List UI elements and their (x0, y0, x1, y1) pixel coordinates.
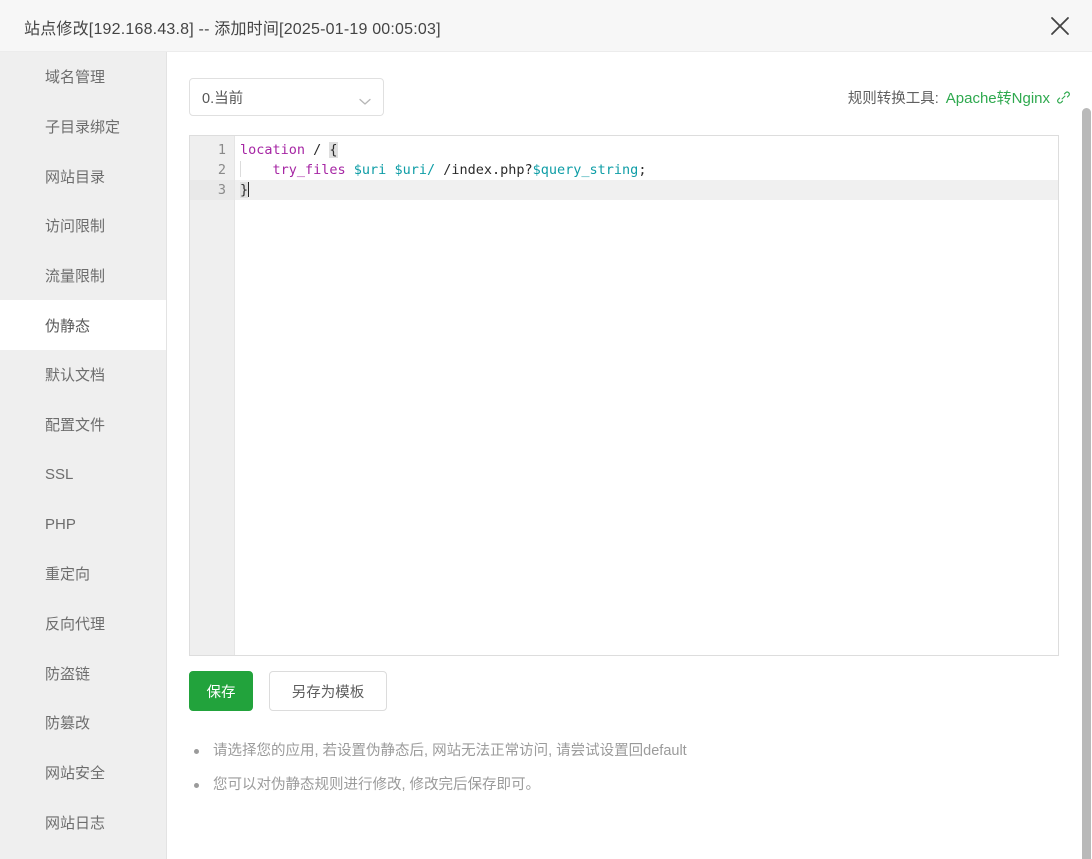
code-token-variable: $query_string (533, 162, 639, 178)
sidebar-item-default-doc[interactable]: 默认文档 (0, 350, 166, 400)
toolbar-row: 0.当前 规则转换工具: Apache转Nginx (189, 78, 1071, 118)
action-buttons: 保存 另存为模板 (189, 671, 387, 711)
sidebar-item-label: 网站安全 (45, 762, 105, 783)
code-token-path: /index.php? (435, 162, 533, 178)
sidebar-item-label: 防盗链 (45, 663, 90, 684)
sidebar-item-access-limit[interactable]: 访问限制 (0, 201, 166, 251)
sidebar-item-webdir[interactable]: 网站目录 (0, 151, 166, 201)
sidebar-item-traffic-limit[interactable]: 流量限制 (0, 251, 166, 301)
sidebar-item-ssl[interactable]: SSL (0, 450, 166, 500)
sidebar-item-anti-leech[interactable]: 防盗链 (0, 648, 166, 698)
sidebar-item-label: 网站日志 (45, 812, 105, 833)
sidebar-item-config-file[interactable]: 配置文件 (0, 400, 166, 450)
sidebar: 域名管理 子目录绑定 网站目录 访问限制 流量限制 伪静态 默认文档 配置文件 … (0, 52, 167, 859)
rewrite-rule-editor[interactable]: 1 2 3 location / { try_files $uri $uri/ … (189, 135, 1059, 656)
chevron-down-icon (359, 93, 371, 101)
code-line[interactable]: location / { (235, 140, 1058, 160)
sidebar-item-label: 网站目录 (45, 166, 105, 187)
bullet-icon (194, 749, 199, 754)
list-item: 请选择您的应用, 若设置伪静态后, 网站无法正常访问, 请尝试设置回defaul… (194, 738, 1024, 764)
rule-converter: 规则转换工具: Apache转Nginx (848, 87, 1071, 108)
line-number: 3 (190, 180, 234, 200)
sidebar-item-label: 子目录绑定 (45, 116, 120, 137)
sidebar-item-site-log[interactable]: 网站日志 (0, 797, 166, 847)
rule-converter-label: 规则转换工具: (848, 87, 939, 108)
sidebar-item-domain[interactable]: 域名管理 (0, 52, 166, 102)
code-token-brace: { (329, 142, 337, 158)
editor-code-area[interactable]: location / { try_files $uri $uri/ /index… (235, 136, 1058, 655)
sidebar-item-label: 伪静态 (45, 315, 90, 336)
note-text: 请选择您的应用, 若设置伪静态后, 网站无法正常访问, 请尝试设置回defaul… (213, 738, 687, 764)
code-token-brace: } (240, 182, 248, 198)
sidebar-item-label: 默认文档 (45, 364, 105, 385)
sidebar-item-label: PHP (45, 516, 76, 533)
sidebar-item-label: 防篡改 (45, 712, 90, 733)
site-edit-dialog: 站点修改[192.168.43.8] -- 添加时间[2025-01-19 00… (0, 0, 1092, 859)
save-button[interactable]: 保存 (189, 671, 253, 711)
line-number: 1 (190, 140, 234, 160)
sidebar-item-label: SSL (45, 466, 73, 483)
code-indent (240, 162, 273, 178)
close-icon[interactable] (1042, 8, 1078, 44)
code-token-variable: $uri (346, 162, 387, 178)
code-token-keyword: location (240, 142, 305, 158)
save-as-template-button[interactable]: 另存为模板 (269, 671, 387, 711)
sidebar-item-label: 配置文件 (45, 414, 105, 435)
rule-template-select-value: 0.当前 (202, 87, 359, 108)
apache-to-nginx-link[interactable]: Apache转Nginx (946, 87, 1050, 108)
code-token-path: / (305, 142, 329, 158)
dialog-titlebar: 站点修改[192.168.43.8] -- 添加时间[2025-01-19 00… (0, 0, 1092, 52)
rule-template-select[interactable]: 0.当前 (189, 78, 384, 116)
sidebar-item-php[interactable]: PHP (0, 499, 166, 549)
code-token-semicolon: ; (638, 162, 646, 178)
main-panel: 0.当前 规则转换工具: Apache转Nginx (168, 52, 1092, 859)
sidebar-item-label: 重定向 (45, 563, 90, 584)
note-text: 您可以对伪静态规则进行修改, 修改完后保存即可。 (213, 772, 540, 798)
line-number: 2 (190, 160, 234, 180)
bullet-icon (194, 783, 199, 788)
text-caret (248, 182, 249, 197)
editor-gutter: 1 2 3 (190, 136, 235, 655)
code-line[interactable]: } (235, 180, 1058, 200)
scrollbar-track[interactable] (1081, 52, 1092, 859)
code-token-variable: $uri/ (386, 162, 435, 178)
sidebar-item-label: 访问限制 (45, 215, 105, 236)
sidebar-item-subdir[interactable]: 子目录绑定 (0, 102, 166, 152)
code-line[interactable]: try_files $uri $uri/ /index.php?$query_s… (235, 160, 1058, 180)
page-title: 站点修改[192.168.43.8] -- 添加时间[2025-01-19 00… (24, 15, 441, 39)
sidebar-item-redirect[interactable]: 重定向 (0, 549, 166, 599)
external-link-icon[interactable] (1056, 90, 1071, 105)
help-notes: 请选择您的应用, 若设置伪静态后, 网站无法正常访问, 请尝试设置回defaul… (194, 738, 1024, 806)
sidebar-item-site-security[interactable]: 网站安全 (0, 748, 166, 798)
sidebar-item-label: 域名管理 (45, 66, 105, 87)
scrollbar-thumb[interactable] (1082, 108, 1091, 859)
sidebar-item-rewrite[interactable]: 伪静态 (0, 300, 166, 350)
sidebar-item-reverse-proxy[interactable]: 反向代理 (0, 599, 166, 649)
sidebar-item-label: 反向代理 (45, 613, 105, 634)
code-token-keyword: try_files (273, 162, 346, 178)
list-item: 您可以对伪静态规则进行修改, 修改完后保存即可。 (194, 772, 1024, 798)
sidebar-item-anti-tamper[interactable]: 防篡改 (0, 698, 166, 748)
sidebar-item-label: 流量限制 (45, 265, 105, 286)
